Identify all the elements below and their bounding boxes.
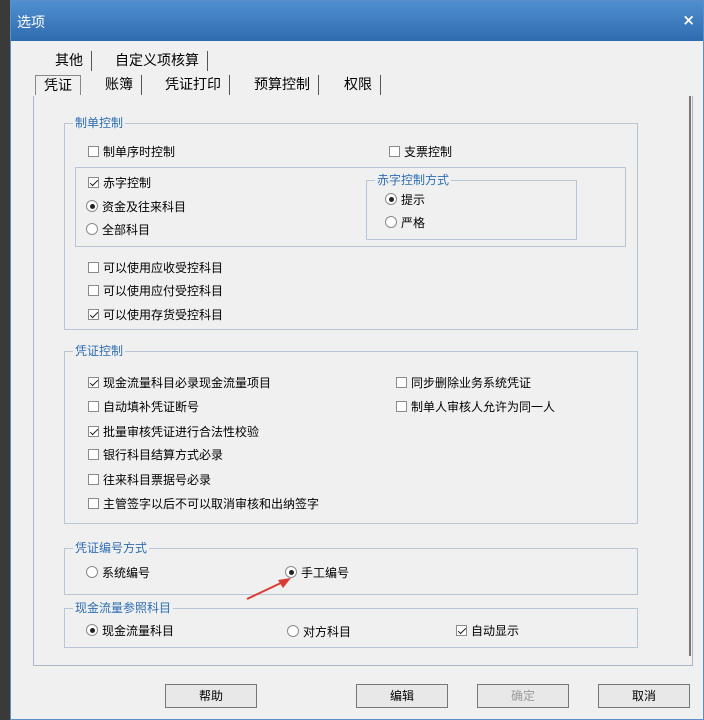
group-legend: 制单控制: [73, 116, 126, 130]
checkbox-box: [88, 473, 99, 485]
counter-account-radio[interactable]: 对方科目: [287, 622, 351, 640]
title-bar: 选项 ×: [11, 1, 703, 41]
zhidan-sequence-checkbox[interactable]: 制单序时控制: [88, 142, 175, 160]
tab-voucher-print[interactable]: 凭证打印: [157, 75, 230, 95]
radio-dot: [86, 223, 98, 235]
system-numbering-radio[interactable]: 系统编号: [86, 563, 150, 581]
tab-custom-accounting[interactable]: 自定义项核算: [107, 51, 208, 71]
cashflow-account-radio[interactable]: 现金流量科目: [86, 621, 174, 639]
funds-accounts-radio[interactable]: 资金及往来科目: [86, 197, 186, 215]
sync-delete-checkbox[interactable]: 同步删除业务系统凭证: [396, 373, 531, 391]
radio-label: 现金流量科目: [102, 623, 175, 638]
help-button[interactable]: 帮助: [165, 684, 257, 708]
batch-validate-checkbox[interactable]: 批量审核凭证进行合法性校验: [88, 422, 259, 440]
radio-dot: [86, 624, 98, 636]
supervisor-sign-checkbox[interactable]: 主管签字以后不可以取消审核和出纳签字: [88, 494, 319, 512]
voucher-numbering-group: 凭证编号方式: [64, 541, 638, 595]
checkbox-label: 银行科目结算方式必录: [103, 447, 224, 462]
close-icon[interactable]: ×: [682, 11, 695, 29]
checkbox-box: [396, 400, 407, 412]
radio-label: 资金及往来科目: [102, 199, 187, 214]
radio-label: 严格: [401, 215, 426, 230]
checkbox-box: [88, 145, 99, 157]
checkbox-label: 可以使用应付受控科目: [103, 283, 224, 298]
cheque-control-checkbox[interactable]: 支票控制: [389, 142, 452, 160]
checkbox-box: [456, 624, 467, 636]
tab-other[interactable]: 其他: [47, 51, 92, 71]
radio-dot: [86, 200, 98, 212]
radio-dot: [287, 625, 299, 637]
checkbox-box: [389, 145, 400, 157]
window-title: 选项: [17, 15, 45, 31]
red-balance-checkbox[interactable]: 赤字控制: [88, 173, 151, 191]
panel-edge: [679, 96, 691, 656]
checkbox-label: 现金流量科目必录现金流量项目: [103, 375, 272, 390]
checkbox-label: 可以使用应收受控科目: [103, 260, 224, 275]
checkbox-label: 支票控制: [404, 144, 453, 159]
group-legend: 现金流量参照科目: [73, 601, 174, 615]
receivable-accounts-checkbox[interactable]: 可以使用应收受控科目: [88, 258, 223, 276]
radio-label: 提示: [401, 192, 426, 207]
tab-permission[interactable]: 权限: [336, 75, 381, 95]
checkbox-label: 主管签字以后不可以取消审核和出纳签字: [103, 496, 320, 511]
annotation-arrow-icon: [246, 578, 291, 600]
auto-display-checkbox[interactable]: 自动显示: [456, 621, 519, 639]
checkbox-label: 自动填补凭证断号: [103, 399, 200, 414]
options-dialog: 选项 × 其他 自定义项核算 凭证 账簿 凭证打印 预算控制 权限 制单控制 制…: [10, 0, 704, 720]
checkbox-box: [88, 261, 99, 273]
checkbox-box: [88, 308, 99, 320]
prompt-radio[interactable]: 提示: [385, 190, 425, 208]
cashflow-required-checkbox[interactable]: 现金流量科目必录现金流量项目: [88, 373, 271, 391]
checkbox-box: [88, 497, 99, 509]
all-accounts-radio[interactable]: 全部科目: [86, 220, 150, 238]
radio-label: 手工编号: [301, 565, 350, 580]
checkbox-box: [88, 425, 99, 437]
group-legend: 赤字控制方式: [375, 173, 452, 187]
manual-numbering-radio[interactable]: 手工编号: [285, 563, 349, 581]
checkbox-box: [88, 284, 99, 296]
checkbox-label: 自动显示: [471, 623, 520, 638]
payable-accounts-checkbox[interactable]: 可以使用应付受控科目: [88, 281, 223, 299]
checkbox-label: 赤字控制: [103, 175, 152, 190]
tab-voucher[interactable]: 凭证: [35, 75, 81, 95]
checkbox-box: [88, 176, 99, 188]
radio-label: 对方科目: [303, 624, 352, 639]
group-legend: 凭证编号方式: [73, 541, 150, 555]
auto-fill-number-checkbox[interactable]: 自动填补凭证断号: [88, 397, 199, 415]
radio-label: 全部科目: [102, 222, 151, 237]
ok-button[interactable]: 确定: [477, 684, 569, 708]
checkbox-label: 同步删除业务系统凭证: [411, 375, 532, 390]
red-balance-mode-group: 赤字控制方式: [366, 173, 577, 240]
edit-button[interactable]: 编辑: [356, 684, 448, 708]
checkbox-label: 可以使用存货受控科目: [103, 307, 224, 322]
checkbox-label: 制单序时控制: [103, 144, 176, 159]
radio-dot: [86, 566, 98, 578]
checkbox-label: 往来科目票据号必录: [103, 472, 212, 487]
tab-budget-control[interactable]: 预算控制: [246, 75, 319, 95]
checkbox-label: 制单人审核人允许为同一人: [411, 399, 556, 414]
radio-dot: [385, 193, 397, 205]
checkbox-box: [88, 376, 99, 388]
checkbox-box: [88, 448, 99, 460]
bill-number-checkbox[interactable]: 往来科目票据号必录: [88, 470, 211, 488]
checkbox-label: 批量审核凭证进行合法性校验: [103, 424, 260, 439]
bank-settlement-checkbox[interactable]: 银行科目结算方式必录: [88, 445, 223, 463]
cancel-button[interactable]: 取消: [598, 684, 690, 708]
radio-label: 系统编号: [102, 565, 151, 580]
checkbox-box: [396, 376, 407, 388]
group-legend: 凭证控制: [73, 344, 126, 358]
tab-ledger[interactable]: 账簿: [97, 75, 142, 95]
same-person-checkbox[interactable]: 制单人审核人允许为同一人: [396, 397, 555, 415]
inventory-accounts-checkbox[interactable]: 可以使用存货受控科目: [88, 305, 223, 323]
radio-dot: [385, 216, 397, 228]
strict-radio[interactable]: 严格: [385, 213, 425, 231]
checkbox-box: [88, 400, 99, 412]
